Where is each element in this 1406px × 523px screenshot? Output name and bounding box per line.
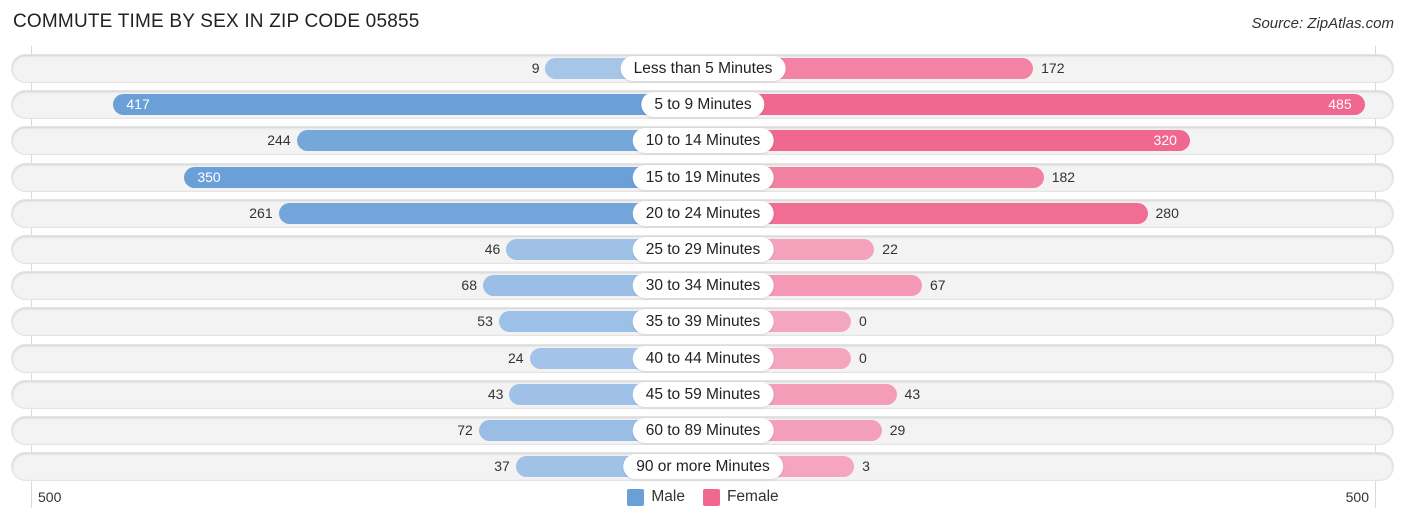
male-value-label: 350 xyxy=(197,168,221,185)
male-value-label: 46 xyxy=(484,241,501,257)
female-value-label: 0 xyxy=(859,349,867,366)
legend-label-male: Male xyxy=(651,488,685,505)
female-value-label: 485 xyxy=(1328,96,1352,113)
legend-label-female: Female xyxy=(726,488,779,505)
male-value-label: 24 xyxy=(508,349,524,366)
female-value-label: 29 xyxy=(889,422,906,438)
legend-item-male[interactable]: Male xyxy=(627,488,685,506)
female-bar[interactable] xyxy=(703,94,1365,116)
category-label: 45 to 59 Minutes xyxy=(632,381,774,407)
female-value-label: 43 xyxy=(904,385,921,402)
category-label: 25 to 29 Minutes xyxy=(632,237,774,262)
category-label: 15 to 19 Minutes xyxy=(632,164,774,190)
female-value-label: 172 xyxy=(1041,60,1065,76)
category-label: 90 or more Minutes xyxy=(623,454,783,480)
legend-item-female[interactable]: Female xyxy=(702,488,779,506)
male-bar[interactable] xyxy=(113,94,703,116)
female-value-label: 182 xyxy=(1051,168,1076,185)
chart-title: COMMUTE TIME BY SEX IN ZIP CODE 05855 xyxy=(13,11,420,32)
male-value-label: 43 xyxy=(487,385,504,402)
female-value-label: 3 xyxy=(862,458,870,475)
male-value-label: 417 xyxy=(126,96,150,113)
category-label: 20 to 24 Minutes xyxy=(632,200,774,226)
category-label: 40 to 44 Minutes xyxy=(632,345,774,371)
female-value-label: 320 xyxy=(1153,132,1177,149)
male-value-label: 244 xyxy=(267,132,291,149)
category-label: 35 to 39 Minutes xyxy=(632,309,774,335)
category-label: 60 to 89 Minutes xyxy=(632,418,774,443)
male-swatch xyxy=(627,488,645,506)
male-bar[interactable] xyxy=(184,166,703,188)
female-value-label: 22 xyxy=(882,241,898,257)
category-label: 30 to 34 Minutes xyxy=(632,273,774,299)
male-value-label: 72 xyxy=(457,422,473,438)
female-value-label: 0 xyxy=(859,313,867,330)
male-value-label: 261 xyxy=(249,204,273,221)
female-value-label: 280 xyxy=(1155,204,1179,221)
female-swatch xyxy=(702,488,720,506)
legend: Male Female xyxy=(0,488,1406,506)
category-label: 10 to 14 Minutes xyxy=(632,128,774,154)
female-bar[interactable] xyxy=(703,130,1190,152)
category-label: Less than 5 Minutes xyxy=(620,56,786,81)
male-value-label: 9 xyxy=(531,60,540,76)
male-value-label: 53 xyxy=(477,313,493,330)
female-value-label: 67 xyxy=(929,277,946,294)
male-value-label: 68 xyxy=(461,277,477,294)
category-label: 5 to 9 Minutes xyxy=(641,92,765,118)
source-label: Source: ZipAtlas.com xyxy=(1251,15,1394,32)
male-value-label: 37 xyxy=(494,458,510,475)
